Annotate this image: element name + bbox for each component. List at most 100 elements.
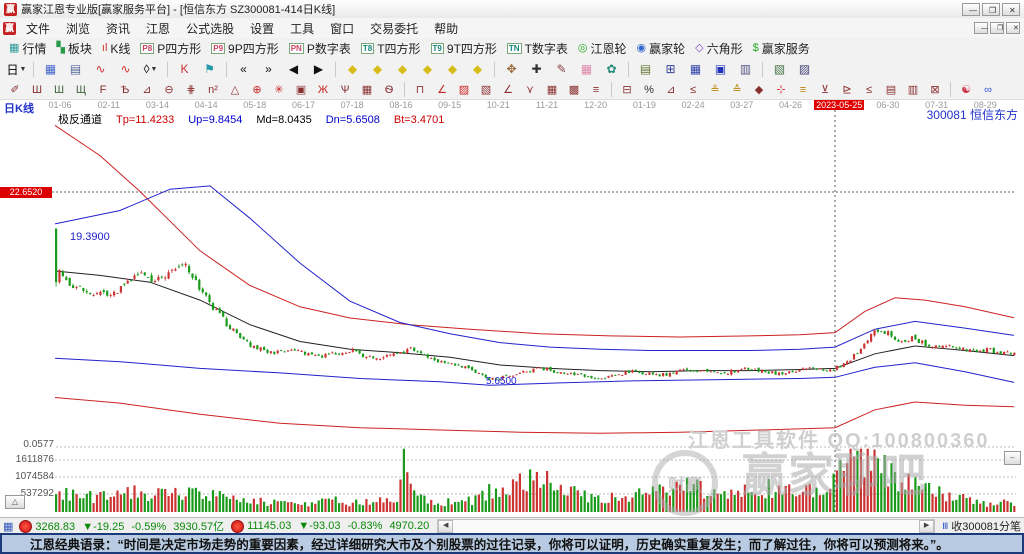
pane-collapse-button[interactable]: △ xyxy=(5,495,25,509)
gate-tool-button[interactable]: ⊓ xyxy=(410,81,431,99)
double-k-button[interactable]: K xyxy=(173,59,196,79)
vee-tool-button[interactable]: ⊻ xyxy=(815,81,836,99)
restore-button[interactable]: ❐ xyxy=(982,3,1000,16)
menu-item-帮助[interactable]: 帮助 xyxy=(426,18,466,38)
yinyang-button[interactable]: ☯ xyxy=(956,81,977,99)
toolbar-item-hexagon[interactable]: ◇六角形 xyxy=(690,38,747,58)
gann-lines-2-button[interactable]: Ш xyxy=(49,81,70,99)
last-page-button[interactable]: » xyxy=(257,59,280,79)
net-send-button[interactable]: ▧ xyxy=(768,59,791,79)
f-slope-button[interactable]: ⊵ xyxy=(837,81,858,99)
wave-large-button[interactable]: ∿ xyxy=(114,59,137,79)
toolbar-item-9p-square[interactable]: P99P四方形 xyxy=(206,38,283,58)
angle-tool-button[interactable]: ∠ xyxy=(498,81,519,99)
box-tool-button[interactable]: ▣ xyxy=(291,81,312,99)
ratio-box-button[interactable]: ⊟ xyxy=(617,81,638,99)
toolbar-item-p-table[interactable]: PNP数字表 xyxy=(284,38,356,58)
gold-ring-button[interactable]: ≗ xyxy=(705,81,726,99)
angle-ruler-button[interactable]: ⊿ xyxy=(137,81,158,99)
plus-dot-button[interactable]: ⊹ xyxy=(771,81,792,99)
wave-check-button[interactable]: ⋎ xyxy=(520,81,541,99)
dense-grid-button[interactable]: ▦ xyxy=(542,81,563,99)
draw-pen-button[interactable]: ✐ xyxy=(5,81,26,99)
box-x-button[interactable]: ⊠ xyxy=(925,81,946,99)
five-tool-button[interactable]: Ѣ xyxy=(115,81,136,99)
toolbar-item-winner-service[interactable]: $赢家服务 xyxy=(748,38,815,58)
percent-le-button[interactable]: ≤ xyxy=(683,81,704,99)
menu-item-公式选股[interactable]: 公式选股 xyxy=(178,18,242,38)
toolbar-item-gann-wheel[interactable]: ◎江恩轮 xyxy=(573,38,632,58)
menu-item-浏览[interactable]: 浏览 xyxy=(58,18,98,38)
circle-arrow-button[interactable]: ⊖ xyxy=(159,81,180,99)
diamond-up-button[interactable]: ◆ xyxy=(341,59,364,79)
toolbar-item-p-square[interactable]: P8P四方形 xyxy=(135,38,206,58)
bar-count-button[interactable]: ⋕ xyxy=(181,81,202,99)
gann-lines-1-button[interactable]: Ш xyxy=(27,81,48,99)
toolbar-item-t-square[interactable]: T8T四方形 xyxy=(356,38,426,58)
fibonacci-button[interactable]: F xyxy=(93,81,114,99)
shade-1-button[interactable]: ▨ xyxy=(454,81,475,99)
diamond-out-button[interactable]: ◆ xyxy=(466,59,489,79)
parallel-button[interactable]: ≡ xyxy=(586,81,607,99)
percent-tri-button[interactable]: ⊿ xyxy=(661,81,682,99)
minimize-button[interactable]: — xyxy=(962,3,980,16)
print-button[interactable]: ▥ xyxy=(734,59,757,79)
triangle-tool-button[interactable]: △ xyxy=(225,81,246,99)
flag-tool-button[interactable]: ⚑ xyxy=(198,59,221,79)
table-a-button[interactable]: ▤ xyxy=(881,81,902,99)
menu-item-交易委托[interactable]: 交易委托 xyxy=(362,18,426,38)
chart-window-button[interactable]: ▦ xyxy=(39,59,62,79)
tick-chart-label[interactable]: 收300081分笔 xyxy=(951,518,1021,534)
diamond-down-button[interactable]: ◆ xyxy=(366,59,389,79)
wave-small-button[interactable]: ∿ xyxy=(89,59,112,79)
percent-button[interactable]: % xyxy=(639,81,660,99)
one-diamond-button[interactable]: ◆ xyxy=(749,81,770,99)
grid-tool-button[interactable]: ▦ xyxy=(357,81,378,99)
save-table-button[interactable]: ▦ xyxy=(684,59,707,79)
toolbar-item-9t-square[interactable]: T99T四方形 xyxy=(426,38,502,58)
menu-item-江恩[interactable]: 江恩 xyxy=(138,18,178,38)
gold-level-button[interactable]: ≙ xyxy=(727,81,748,99)
menu-item-窗口[interactable]: 窗口 xyxy=(322,18,362,38)
mdi-restore-button[interactable]: ❐ xyxy=(990,22,1004,34)
ray-fan-button[interactable]: ∠ xyxy=(432,81,453,99)
shade-2-button[interactable]: ▧ xyxy=(476,81,497,99)
next-bar-button[interactable]: ▶ xyxy=(307,59,330,79)
star-red-button[interactable]: ✳ xyxy=(269,81,290,99)
menu-item-设置[interactable]: 设置 xyxy=(242,18,282,38)
quote-board-button[interactable]: ▤ xyxy=(64,59,87,79)
menu-item-文件[interactable]: 文件 xyxy=(18,18,58,38)
gann-lines-3-button[interactable]: Щ xyxy=(71,81,92,99)
diamond-left-button[interactable]: ◆ xyxy=(391,59,414,79)
pink-grid-button[interactable]: ▦ xyxy=(575,59,598,79)
diamond-in-button[interactable]: ◆ xyxy=(441,59,464,79)
n-square-button[interactable]: n² xyxy=(203,81,224,99)
hatch-grid-button[interactable]: ▩ xyxy=(564,81,585,99)
toolbar-item-sectors[interactable]: ▚板块 xyxy=(51,38,96,58)
horizontal-scrollbar[interactable]: ◀ ▶ xyxy=(437,519,935,534)
infinity-button[interactable]: ∞ xyxy=(978,81,999,99)
mdi-minimize-button[interactable]: — xyxy=(974,22,988,34)
first-page-button[interactable]: « xyxy=(232,59,255,79)
pan-hand-button[interactable]: ✥ xyxy=(500,59,523,79)
pane-expand-button[interactable]: – xyxy=(1004,451,1021,465)
close-button[interactable]: ✕ xyxy=(1002,3,1020,16)
menu-item-资讯[interactable]: 资讯 xyxy=(98,18,138,38)
swirl-tool-button[interactable]: ✿ xyxy=(600,59,623,79)
theta-tool-button[interactable]: Ѳ xyxy=(379,81,400,99)
net-recv-button[interactable]: ▨ xyxy=(793,59,816,79)
toolbar-item-winner-wheel[interactable]: ◉赢家轮 xyxy=(632,38,691,58)
gold-lines-button[interactable]: ≡ xyxy=(793,81,814,99)
zhe-tool-button[interactable]: Ж xyxy=(313,81,334,99)
le-strike-button[interactable]: ≤ xyxy=(859,81,880,99)
pen-tool-button[interactable]: ✎ xyxy=(550,59,573,79)
toolbar-item-quotes[interactable]: ▦行情 xyxy=(4,38,51,58)
crosshair-button[interactable]: ✚ xyxy=(525,59,548,79)
target-red-button[interactable]: ⊕ xyxy=(247,81,268,99)
diamond-right-button[interactable]: ◆ xyxy=(416,59,439,79)
scroll-right-arrow[interactable]: ▶ xyxy=(919,520,934,533)
period-dropdown-button[interactable]: 日▼ xyxy=(5,59,28,79)
save-disk-button[interactable]: ▣ xyxy=(709,59,732,79)
calendar-button[interactable]: ▤ xyxy=(634,59,657,79)
toolbar-item-kline[interactable]: ılK线 xyxy=(97,38,136,58)
